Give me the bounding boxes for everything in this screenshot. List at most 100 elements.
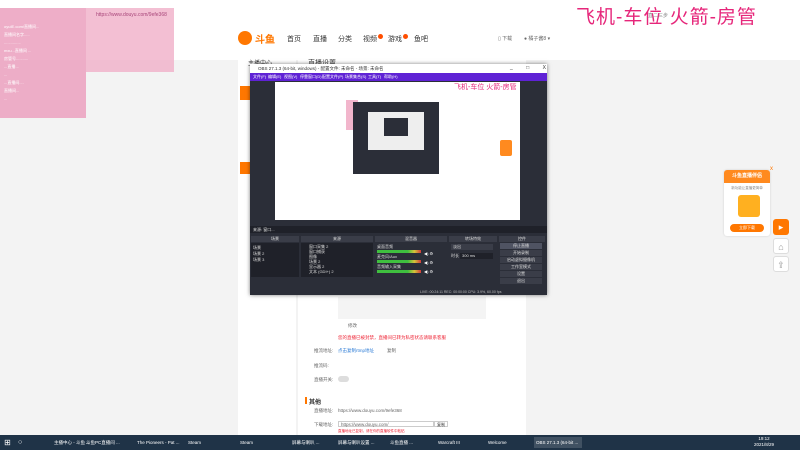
menu-edit[interactable]: 编辑(E): [268, 73, 281, 81]
volume-icon[interactable]: ◀) ⚙ ◀) ⚙ ◀) ⚙: [424, 249, 442, 275]
phone-icon: ▯: [498, 36, 501, 42]
promo-title: 斗鱼直播伴侣: [724, 170, 770, 183]
menu-view[interactable]: 视图(V): [284, 73, 297, 81]
nav-live[interactable]: 直播: [313, 34, 327, 44]
menu-file[interactable]: 文件(F): [253, 73, 266, 81]
room-url-label: 直播地址:: [314, 408, 334, 413]
promo-download-button[interactable]: 立即下载: [730, 224, 764, 232]
preview-obs-nested: [384, 118, 408, 136]
settings-button[interactable]: 设置: [500, 271, 542, 277]
duration-label: 时长: [451, 253, 459, 258]
copy-link[interactable]: 复制: [387, 348, 396, 354]
games-badge: [403, 34, 408, 39]
stop-streaming-button[interactable]: 停止直播: [500, 243, 542, 249]
audio-meter: [377, 260, 421, 263]
menu-docks[interactable]: 停靠窗口(D): [300, 73, 322, 81]
obs-title: OBS 27.1.3 (64-bit, windows) - 配置文件: 未命名…: [258, 66, 384, 71]
warning-text: 您的直播已被封禁，直播间已转为私密状态请联系客服: [338, 335, 446, 340]
close-icon[interactable]: x: [770, 166, 773, 172]
logo-text: 斗鱼: [255, 34, 275, 46]
download-url-label: 下载地址:: [314, 422, 334, 427]
taskbar-item[interactable]: 斗鱼直播 ...: [388, 437, 432, 448]
row-label-stream-key: 推流码:: [314, 363, 329, 368]
clock[interactable]: 19:12 2021/8/29: [754, 436, 774, 448]
status-text: LIVE: 00:24:11 REC: 00:00:00 CPU: 3.9%, …: [420, 290, 502, 294]
overlay-line: 直播间名字.....: [4, 32, 30, 37]
window-controls[interactable]: _ □ X: [510, 64, 552, 73]
status-text: 修改: [348, 323, 357, 328]
row-label-live-switch: 直播开关:: [314, 377, 334, 382]
preview-placeholder: [338, 297, 486, 319]
banner-sub: 直二三步: [648, 13, 669, 19]
source-bar-label: 来源: 窗口...: [253, 227, 275, 232]
overlay-line: ...直播...: [4, 64, 19, 69]
overlay-line: ...: [4, 96, 8, 101]
taskbar-item[interactable]: Warcraft III: [436, 437, 484, 448]
taskbar-item[interactable]: 屏幕与喇叭设置 ...: [336, 437, 384, 448]
obs-source-bar: [250, 226, 547, 233]
chevron-down-icon: ▾: [547, 36, 551, 42]
taskbar-item[interactable]: Welcome: [486, 437, 532, 448]
nav-category[interactable]: 分类: [338, 34, 352, 44]
overlay-line: mxu...直播间 ...: [4, 48, 32, 53]
taskbar-item[interactable]: 屏幕与喇叭 ...: [290, 437, 335, 448]
taskbar-item[interactable]: Steam: [186, 437, 226, 448]
promo-app-icon: [738, 195, 760, 217]
overlay-url: https://www.douyu.com/9efe368: [96, 12, 167, 18]
menu-scene-collection[interactable]: 场景集合(S): [345, 73, 366, 81]
nav-fishbar[interactable]: 鱼吧: [414, 34, 428, 44]
preview-promo: [500, 140, 512, 156]
share-icon[interactable]: ⇪: [773, 256, 789, 272]
avatar: ●: [524, 36, 528, 42]
taskbar-item[interactable]: The Pioneers - Pat ...: [135, 437, 183, 448]
transition-select-value: 淡出: [453, 244, 461, 249]
studio-mode-button[interactable]: 工作室模式: [500, 264, 542, 270]
exit-button[interactable]: 退出: [500, 278, 542, 284]
taskbar-item-active[interactable]: OBS 27.1.3 (64-bit ...: [534, 437, 582, 448]
copy-button[interactable]: 复制: [434, 421, 448, 427]
audio-meter: [377, 270, 421, 273]
menu-tools[interactable]: 工具(T): [368, 73, 381, 81]
menu-profile[interactable]: 配置文件(P): [322, 73, 343, 81]
home-icon[interactable]: ⌂: [773, 238, 789, 254]
room-url: https://www.douyu.com/9efe368: [338, 408, 402, 413]
video-badge: [378, 34, 383, 39]
sources-header: 来源: [301, 236, 373, 242]
audio-meter: [377, 250, 421, 253]
douyu-logo[interactable]: 斗鱼: [238, 30, 288, 46]
windows-start-icon[interactable]: ⊞: [4, 437, 14, 448]
stream-url-link[interactable]: 点击复制rtmp地址: [338, 348, 374, 354]
obs-status-bar: LIVE: 00:24:11 REC: 00:00:00 CPU: 3.9%, …: [250, 289, 547, 295]
virtual-camera-button[interactable]: 启动虚拟摄像机: [500, 257, 542, 263]
user-menu[interactable]: ● 橘子酱8 ▾: [524, 35, 550, 42]
taskbar-item[interactable]: 斗鱼PC直播间 ...: [84, 437, 134, 448]
live-toggle[interactable]: [338, 376, 349, 382]
paw-icon: [238, 31, 252, 45]
start-recording-button[interactable]: 开始录制: [500, 250, 542, 256]
controls-header: 控件: [499, 236, 545, 242]
overlay-line: ...: [4, 72, 8, 77]
overlay-line: oyuIE.com/直播间...: [4, 24, 40, 29]
play-icon[interactable]: ▸: [773, 219, 789, 235]
overlay-line: ...............: [4, 40, 21, 45]
scene-item[interactable]: 场景 3: [253, 257, 264, 263]
duration-value: 300 ms: [462, 253, 476, 258]
taskbar-item[interactable]: Steam: [238, 437, 278, 448]
menu-help[interactable]: 帮助(H): [384, 73, 398, 81]
mixer-header: 混音器: [375, 236, 447, 242]
scenes-header: 场景: [251, 236, 299, 242]
overlay-line: 直播间...: [4, 88, 20, 93]
transitions-header: 转场特效: [449, 236, 497, 242]
section-marker: [305, 397, 307, 404]
nav-video[interactable]: 视频: [363, 34, 383, 44]
source-item[interactable]: 文本 (GDI+) 2: [309, 269, 334, 275]
nav-games[interactable]: 游戏: [388, 34, 408, 44]
download-url-input[interactable]: https://www.douyu.com/: [338, 421, 434, 427]
promo-subtitle: 新功能让直播更简单: [731, 186, 763, 190]
row-label-stream-url: 推流地址:: [314, 348, 334, 353]
download-link[interactable]: ▯ 下载: [498, 35, 512, 42]
overlay-line: ...直播间....: [4, 80, 24, 85]
nav-home[interactable]: 首页: [287, 34, 301, 44]
search-icon[interactable]: ○: [18, 437, 28, 448]
preview-banner-text: 飞机-车位 火箭-房管: [454, 84, 517, 91]
